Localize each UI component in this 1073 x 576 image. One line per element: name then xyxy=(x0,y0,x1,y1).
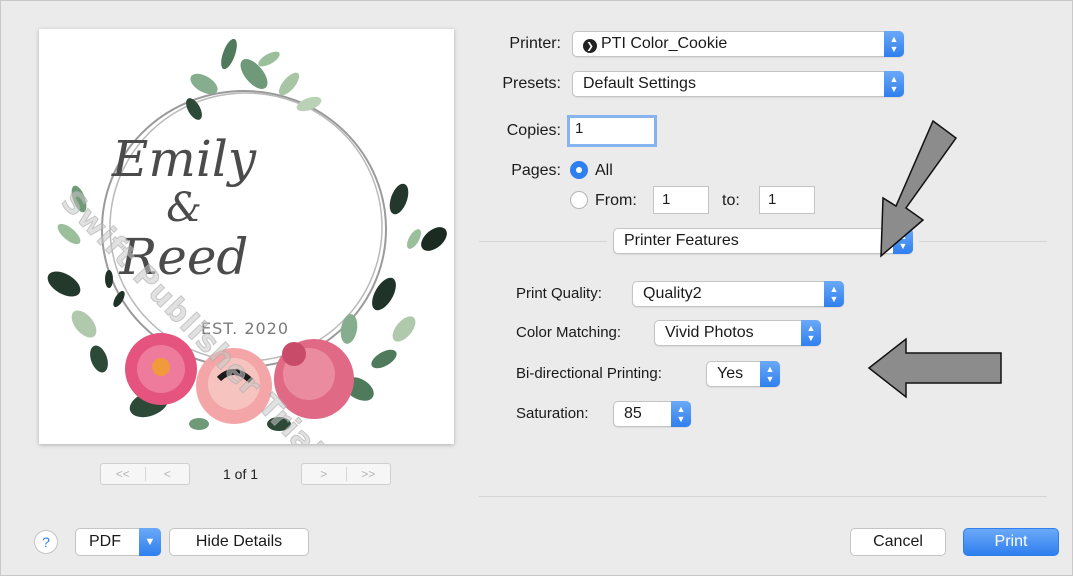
printer-label: Printer: xyxy=(509,35,561,52)
presets-select[interactable]: Default Settings ▲ ▼ xyxy=(572,71,904,97)
print-quality-label: Print Quality: xyxy=(516,285,602,302)
annotation-arrow-left-icon xyxy=(867,337,1002,399)
pages-to-input[interactable]: 1 xyxy=(759,186,815,214)
section-divider-left xyxy=(479,241,607,242)
presets-value: Default Settings xyxy=(583,75,696,92)
annotation-arrow-diagonal-icon xyxy=(880,119,958,258)
copies-label: Copies: xyxy=(506,122,561,139)
pages-range-radio[interactable] xyxy=(570,191,588,209)
chevron-down-icon: ▼ xyxy=(139,528,161,556)
page-indicator: 1 of 1 xyxy=(223,466,259,482)
pdf-button[interactable]: PDF ▼ xyxy=(75,528,161,556)
copies-input[interactable]: 1 xyxy=(567,115,657,147)
chevron-updown-icon: ▲▼ xyxy=(884,31,904,57)
saturation-label: Saturation: xyxy=(516,405,589,422)
color-matching-label: Color Matching: xyxy=(516,324,622,341)
bidirectional-value: Yes xyxy=(717,365,744,382)
color-matching-value: Vivid Photos xyxy=(665,324,754,341)
pages-from-label: From: xyxy=(595,192,637,209)
print-preview: Emily & Reed EST. 2020 Swift Publisher T… xyxy=(39,29,454,444)
pages-to-label: to: xyxy=(722,192,740,209)
pdf-label: PDF xyxy=(89,533,121,550)
section-value: Printer Features xyxy=(624,232,739,249)
pager-forward-group: > >> xyxy=(301,463,391,485)
pager-back-group: << < xyxy=(100,463,190,485)
name-emily: Emily xyxy=(111,130,257,188)
chevron-updown-icon: ▲▼ xyxy=(884,71,904,97)
saturation-select[interactable]: 85 ▲ ▼ xyxy=(613,401,691,427)
hide-details-button[interactable]: Hide Details xyxy=(169,528,309,556)
bidirectional-label: Bi-directional Printing: xyxy=(516,365,662,382)
bottom-divider xyxy=(479,496,1047,497)
printer-select[interactable]: ❯ PTI Color_Cookie ▲ ▼ xyxy=(572,31,904,57)
chevron-updown-icon: ▲▼ xyxy=(824,281,844,307)
last-page-button[interactable]: >> xyxy=(345,467,391,481)
printer-value: PTI Color_Cookie xyxy=(601,35,728,52)
chevron-updown-icon: ▲▼ xyxy=(671,401,691,427)
next-page-button[interactable]: > xyxy=(302,467,346,481)
color-matching-select[interactable]: Vivid Photos ▲ ▼ xyxy=(654,320,821,346)
pages-from-input[interactable]: 1 xyxy=(653,186,709,214)
print-quality-select[interactable]: Quality2 ▲ ▼ xyxy=(632,281,844,307)
help-button[interactable]: ? xyxy=(34,530,58,554)
print-button[interactable]: Print xyxy=(963,528,1059,556)
name-reed: Reed xyxy=(119,228,249,286)
prev-page-button[interactable]: < xyxy=(144,467,190,481)
bidirectional-select[interactable]: Yes ▲ ▼ xyxy=(706,361,780,387)
print-dialog: Emily & Reed EST. 2020 Swift Publisher T… xyxy=(0,0,1073,576)
saturation-value: 85 xyxy=(624,405,642,422)
presets-label: Presets: xyxy=(502,75,561,92)
chevron-updown-icon: ▲▼ xyxy=(760,361,780,387)
first-page-button[interactable]: << xyxy=(101,467,145,481)
cancel-button[interactable]: Cancel xyxy=(850,528,946,556)
print-quality-value: Quality2 xyxy=(643,285,702,302)
printer-status-icon: ❯ xyxy=(583,39,597,53)
chevron-updown-icon: ▲▼ xyxy=(801,320,821,346)
pages-all-label: All xyxy=(595,162,613,179)
pages-label: Pages: xyxy=(511,162,561,179)
pages-all-radio[interactable] xyxy=(570,161,588,179)
